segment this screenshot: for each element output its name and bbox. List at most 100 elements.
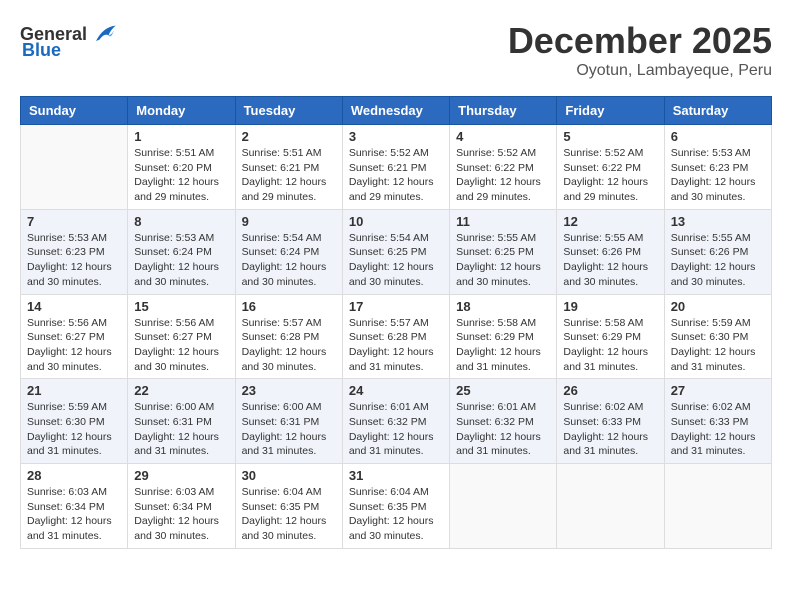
day-number: 31 [349,468,443,483]
calendar-cell: 2 Sunrise: 5:51 AM Sunset: 6:21 PM Daylig… [235,125,342,210]
day-number: 16 [242,299,336,314]
day-number: 30 [242,468,336,483]
calendar-week-row: 7 Sunrise: 5:53 AM Sunset: 6:23 PM Daylig… [21,209,772,294]
calendar-week-row: 21Sunrise: 5:59 AM Sunset: 6:30 PM Dayli… [21,379,772,464]
day-info: Sunrise: 5:53 AM Sunset: 6:24 PM Dayligh… [134,231,228,290]
page-header: General Blue December 2025 Oyotun, Lamba… [20,20,772,80]
day-info: Sunrise: 6:02 AM Sunset: 6:33 PM Dayligh… [563,400,657,459]
weekday-header-monday: Monday [128,97,235,125]
calendar-cell: 8 Sunrise: 5:53 AM Sunset: 6:24 PM Daylig… [128,209,235,294]
calendar-cell [664,464,771,549]
day-number: 26 [563,383,657,398]
day-number: 18 [456,299,550,314]
day-number: 10 [349,214,443,229]
calendar-cell: 15 Sunrise: 5:56 AM Sunset: 6:27 PM Dayli… [128,294,235,379]
weekday-header-wednesday: Wednesday [342,97,449,125]
weekday-header-tuesday: Tuesday [235,97,342,125]
calendar-cell [21,125,128,210]
calendar-cell: 10 Sunrise: 5:54 AM Sunset: 6:25 PM Dayli… [342,209,449,294]
day-info: Sunrise: 5:54 AM Sunset: 6:25 PM Dayligh… [349,231,443,290]
day-number: 28 [27,468,121,483]
day-number: 23 [242,383,336,398]
day-number: 14 [27,299,121,314]
day-number: 22 [134,383,228,398]
day-info: Sunrise: 5:51 AM Sunset: 6:20 PM Dayligh… [134,146,228,205]
day-info: Sunrise: 6:02 AM Sunset: 6:33 PM Dayligh… [671,400,765,459]
day-info: Sunrise: 5:55 AM Sunset: 6:25 PM Dayligh… [456,231,550,290]
day-number: 8 [134,214,228,229]
calendar-cell: 17Sunrise: 5:57 AM Sunset: 6:28 PM Dayli… [342,294,449,379]
day-info: Sunrise: 5:57 AM Sunset: 6:28 PM Dayligh… [242,316,336,375]
day-info: Sunrise: 6:01 AM Sunset: 6:32 PM Dayligh… [456,400,550,459]
day-info: Sunrise: 5:59 AM Sunset: 6:30 PM Dayligh… [27,400,121,459]
calendar-cell: 23 Sunrise: 6:00 AM Sunset: 6:31 PM Dayli… [235,379,342,464]
day-info: Sunrise: 5:56 AM Sunset: 6:27 PM Dayligh… [134,316,228,375]
day-info: Sunrise: 5:56 AM Sunset: 6:27 PM Dayligh… [27,316,121,375]
day-info: Sunrise: 6:00 AM Sunset: 6:31 PM Dayligh… [242,400,336,459]
day-info: Sunrise: 6:00 AM Sunset: 6:31 PM Dayligh… [134,400,228,459]
day-info: Sunrise: 5:58 AM Sunset: 6:29 PM Dayligh… [563,316,657,375]
day-info: Sunrise: 5:59 AM Sunset: 6:30 PM Dayligh… [671,316,765,375]
day-number: 6 [671,129,765,144]
calendar-cell: 18Sunrise: 5:58 AM Sunset: 6:29 PM Dayli… [450,294,557,379]
day-info: Sunrise: 5:54 AM Sunset: 6:24 PM Dayligh… [242,231,336,290]
calendar-cell: 7 Sunrise: 5:53 AM Sunset: 6:23 PM Daylig… [21,209,128,294]
day-info: Sunrise: 6:03 AM Sunset: 6:34 PM Dayligh… [134,485,228,544]
day-number: 7 [27,214,121,229]
calendar-cell: 11 Sunrise: 5:55 AM Sunset: 6:25 PM Dayli… [450,209,557,294]
day-info: Sunrise: 6:03 AM Sunset: 6:34 PM Dayligh… [27,485,121,544]
calendar-cell: 6 Sunrise: 5:53 AM Sunset: 6:23 PM Daylig… [664,125,771,210]
calendar-cell: 19 Sunrise: 5:58 AM Sunset: 6:29 PM Dayli… [557,294,664,379]
day-info: Sunrise: 5:55 AM Sunset: 6:26 PM Dayligh… [671,231,765,290]
calendar-cell: 30 Sunrise: 6:04 AM Sunset: 6:35 PM Dayli… [235,464,342,549]
day-number: 1 [134,129,228,144]
calendar-cell: 21Sunrise: 5:59 AM Sunset: 6:30 PM Dayli… [21,379,128,464]
calendar-cell: 5Sunrise: 5:52 AM Sunset: 6:22 PM Daylig… [557,125,664,210]
day-number: 15 [134,299,228,314]
calendar-cell: 14 Sunrise: 5:56 AM Sunset: 6:27 PM Dayli… [21,294,128,379]
calendar-cell: 20Sunrise: 5:59 AM Sunset: 6:30 PM Dayli… [664,294,771,379]
day-info: Sunrise: 5:57 AM Sunset: 6:28 PM Dayligh… [349,316,443,375]
calendar-table: SundayMondayTuesdayWednesdayThursdayFrid… [20,96,772,549]
day-number: 12 [563,214,657,229]
calendar-cell: 13 Sunrise: 5:55 AM Sunset: 6:26 PM Dayli… [664,209,771,294]
day-info: Sunrise: 6:01 AM Sunset: 6:32 PM Dayligh… [349,400,443,459]
day-info: Sunrise: 5:55 AM Sunset: 6:26 PM Dayligh… [563,231,657,290]
calendar-cell: 25 Sunrise: 6:01 AM Sunset: 6:32 PM Dayli… [450,379,557,464]
day-info: Sunrise: 6:04 AM Sunset: 6:35 PM Dayligh… [242,485,336,544]
calendar-week-row: 14 Sunrise: 5:56 AM Sunset: 6:27 PM Dayli… [21,294,772,379]
day-number: 19 [563,299,657,314]
calendar-cell [557,464,664,549]
calendar-cell: 29 Sunrise: 6:03 AM Sunset: 6:34 PM Dayli… [128,464,235,549]
logo-blue: Blue [22,40,61,61]
calendar-week-row: 28 Sunrise: 6:03 AM Sunset: 6:34 PM Dayli… [21,464,772,549]
day-info: Sunrise: 5:51 AM Sunset: 6:21 PM Dayligh… [242,146,336,205]
weekday-header-thursday: Thursday [450,97,557,125]
title-section: December 2025 Oyotun, Lambayeque, Peru [508,20,772,80]
day-info: Sunrise: 5:53 AM Sunset: 6:23 PM Dayligh… [671,146,765,205]
day-number: 4 [456,129,550,144]
calendar-cell: 3Sunrise: 5:52 AM Sunset: 6:21 PM Daylig… [342,125,449,210]
day-number: 25 [456,383,550,398]
weekday-header-sunday: Sunday [21,97,128,125]
day-number: 27 [671,383,765,398]
calendar-cell: 27 Sunrise: 6:02 AM Sunset: 6:33 PM Dayli… [664,379,771,464]
day-number: 13 [671,214,765,229]
calendar-cell [450,464,557,549]
calendar-cell: 4 Sunrise: 5:52 AM Sunset: 6:22 PM Daylig… [450,125,557,210]
day-info: Sunrise: 5:52 AM Sunset: 6:22 PM Dayligh… [563,146,657,205]
weekday-header-friday: Friday [557,97,664,125]
calendar-cell: 9 Sunrise: 5:54 AM Sunset: 6:24 PM Daylig… [235,209,342,294]
day-info: Sunrise: 6:04 AM Sunset: 6:35 PM Dayligh… [349,485,443,544]
calendar-cell: 26 Sunrise: 6:02 AM Sunset: 6:33 PM Dayli… [557,379,664,464]
day-number: 29 [134,468,228,483]
day-number: 3 [349,129,443,144]
day-number: 11 [456,214,550,229]
day-info: Sunrise: 5:53 AM Sunset: 6:23 PM Dayligh… [27,231,121,290]
location-title: Oyotun, Lambayeque, Peru [508,62,772,80]
logo-bird-icon [89,20,117,48]
calendar-cell: 12 Sunrise: 5:55 AM Sunset: 6:26 PM Dayli… [557,209,664,294]
day-info: Sunrise: 5:52 AM Sunset: 6:22 PM Dayligh… [456,146,550,205]
day-number: 9 [242,214,336,229]
day-number: 2 [242,129,336,144]
